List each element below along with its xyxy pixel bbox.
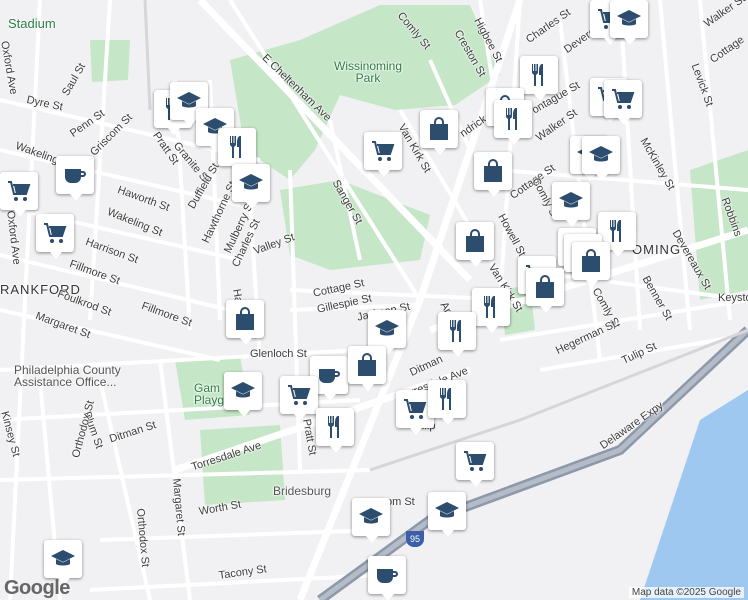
i95-shield: 95 bbox=[406, 531, 424, 547]
restaurant-icon bbox=[506, 108, 517, 130]
shopping-marker[interactable] bbox=[226, 300, 264, 345]
shopping-icon bbox=[358, 353, 376, 376]
school-marker[interactable] bbox=[352, 498, 390, 543]
cafe-icon bbox=[319, 369, 340, 383]
shopping-icon bbox=[236, 307, 254, 330]
grocery-marker[interactable] bbox=[456, 442, 494, 487]
school-marker[interactable] bbox=[368, 310, 406, 355]
grocery-icon bbox=[8, 181, 31, 201]
restaurant-marker[interactable] bbox=[316, 408, 354, 453]
school-icon bbox=[559, 192, 583, 208]
label-edgemont-st: om St bbox=[386, 496, 415, 508]
restaurant-icon bbox=[440, 388, 451, 410]
restaurant-marker[interactable] bbox=[494, 100, 532, 145]
map-attribution[interactable]: Map data ©2025 Google bbox=[628, 587, 744, 598]
school-icon bbox=[239, 174, 263, 190]
shopping-marker[interactable] bbox=[456, 222, 494, 267]
school-marker[interactable] bbox=[582, 136, 620, 181]
park-area-nw bbox=[90, 40, 130, 82]
school-icon bbox=[589, 146, 613, 162]
cafe-icon bbox=[377, 569, 398, 583]
google-logo: Google bbox=[4, 577, 70, 599]
restaurant-icon bbox=[610, 220, 621, 242]
restaurant-marker[interactable] bbox=[472, 288, 510, 333]
map-canvas[interactable]: Stadium Wissinoming Park OMING RANKFORD … bbox=[0, 0, 748, 600]
shopping-icon bbox=[430, 117, 448, 140]
shopping-marker[interactable] bbox=[572, 242, 610, 287]
shopping-marker[interactable] bbox=[420, 110, 458, 155]
school-marker[interactable] bbox=[552, 182, 590, 227]
grocery-icon bbox=[44, 223, 67, 243]
grocery-marker[interactable] bbox=[604, 80, 642, 125]
label-bridesburg[interactable]: Bridesburg bbox=[273, 485, 331, 497]
grocery-icon bbox=[372, 141, 395, 161]
grocery-marker[interactable] bbox=[280, 376, 318, 421]
grocery-icon bbox=[404, 399, 427, 419]
restaurant-icon bbox=[328, 416, 339, 438]
rail-line-nw bbox=[143, 0, 152, 111]
label-keystone: Keyston bbox=[718, 292, 748, 304]
restaurant-marker[interactable] bbox=[218, 128, 256, 173]
restaurant-marker[interactable] bbox=[438, 312, 476, 357]
school-marker[interactable] bbox=[44, 540, 82, 585]
shopping-icon bbox=[484, 159, 502, 182]
grocery-icon bbox=[612, 89, 635, 109]
school-icon bbox=[51, 550, 75, 566]
school-icon bbox=[435, 502, 459, 518]
shopping-icon bbox=[466, 229, 484, 252]
school-icon bbox=[359, 508, 383, 524]
shopping-icon bbox=[536, 275, 554, 298]
shopping-icon bbox=[582, 249, 600, 272]
shopping-marker[interactable] bbox=[526, 268, 564, 313]
school-marker[interactable] bbox=[232, 164, 270, 209]
label-philadelphia-county[interactable]: Philadelphia County Assistance Office... bbox=[14, 364, 121, 388]
label-stadium: Stadium bbox=[8, 16, 56, 31]
cafe-marker[interactable] bbox=[56, 156, 94, 201]
restaurant-icon bbox=[484, 296, 495, 318]
school-icon bbox=[375, 320, 399, 336]
shopping-marker[interactable] bbox=[348, 346, 386, 391]
school-marker[interactable] bbox=[428, 492, 466, 537]
restaurant-icon bbox=[532, 64, 543, 86]
grocery-marker[interactable] bbox=[0, 172, 38, 217]
label-wissinoming-park: Wissinoming Park bbox=[334, 59, 403, 85]
shopping-marker[interactable] bbox=[474, 152, 512, 197]
school-marker[interactable] bbox=[610, 0, 648, 45]
restaurant-marker[interactable] bbox=[428, 380, 466, 425]
school-icon bbox=[617, 10, 641, 26]
grocery-marker[interactable] bbox=[36, 214, 74, 259]
grocery-icon bbox=[464, 451, 487, 471]
label-gambrel-playground: Gam Playgr bbox=[194, 381, 229, 407]
restaurant-icon bbox=[230, 136, 241, 158]
label-wissinoming: OMING bbox=[632, 242, 682, 257]
school-icon bbox=[231, 382, 255, 398]
restaurant-icon bbox=[450, 320, 461, 342]
grocery-marker[interactable] bbox=[364, 132, 402, 177]
school-marker[interactable] bbox=[224, 372, 262, 417]
cafe-icon bbox=[65, 169, 86, 183]
grocery-icon bbox=[288, 385, 311, 405]
cafe-marker[interactable] bbox=[368, 556, 406, 600]
label-glenloch-st: Glenloch St bbox=[250, 348, 307, 360]
restaurant-marker[interactable] bbox=[520, 56, 558, 101]
